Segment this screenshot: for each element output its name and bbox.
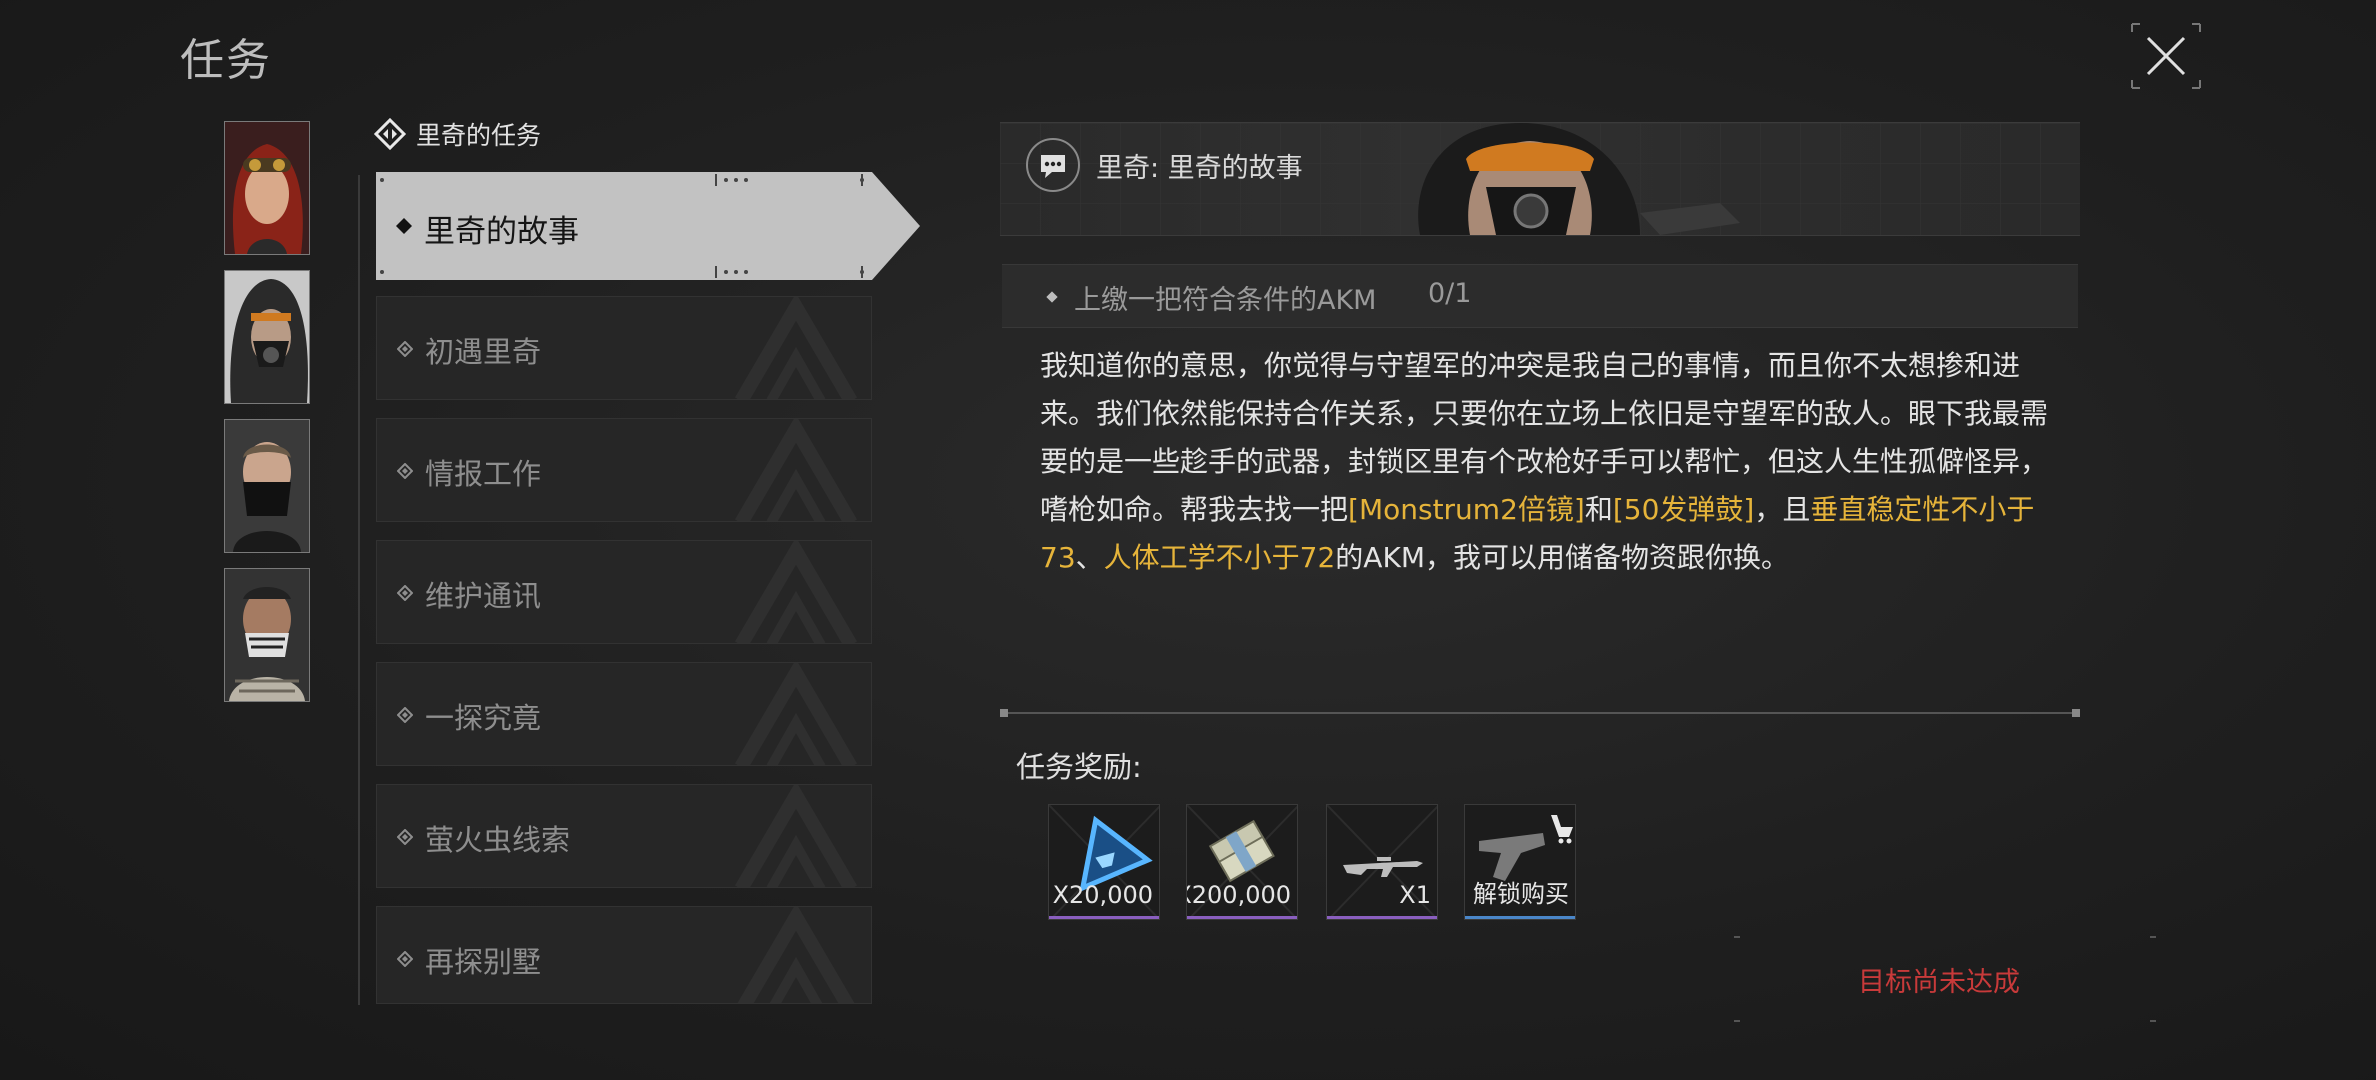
quest-name: 维护通讯: [425, 579, 542, 613]
quest-name: 里奇的故事: [424, 214, 579, 250]
story-highlight: 人体工学不小于72: [1103, 541, 1336, 574]
diamond-outline-icon: [397, 463, 413, 479]
quest-item[interactable]: 情报工作: [376, 418, 872, 522]
quest-story-text: 我知道你的意思，你觉得与守望军的冲突是我自己的事情，而且你不太想掺和进来。我们依…: [1040, 342, 2050, 582]
chevron-watermark-icon: [734, 663, 858, 765]
diamond-outline-icon: [397, 829, 413, 845]
story-text: 的AKM，我可以用储备物资跟你换。: [1335, 541, 1789, 574]
chevron-watermark-icon: [734, 541, 858, 643]
story-text: 、: [1075, 541, 1104, 574]
quest-item[interactable]: 初遇里奇: [376, 296, 872, 400]
rarity-bar: [1327, 916, 1437, 919]
portrait-hooded-gasmask[interactable]: [224, 270, 310, 404]
story-highlight: [50发弹鼓]: [1612, 493, 1755, 526]
quest-list-rail: [358, 175, 360, 1005]
chevron-watermark-icon: [734, 297, 858, 399]
close-icon: [2131, 23, 2201, 89]
objective-status-text: 目标尚未达成: [1858, 967, 2020, 998]
section-divider: [1000, 709, 2080, 717]
quest-group-header: 里奇的任务: [374, 116, 541, 152]
quest-item[interactable]: 萤火虫线索: [376, 784, 872, 888]
quest-name: 初遇里奇: [425, 335, 542, 369]
quest-name: 一探究竟: [425, 701, 542, 735]
quest-item-active[interactable]: 里奇的故事: [376, 172, 920, 280]
quest-name: 萤火虫线索: [425, 823, 571, 857]
reward-item[interactable]: X200,000: [1186, 804, 1298, 920]
quest-item[interactable]: 一探究竟: [376, 662, 872, 766]
portrait-masked-man[interactable]: [224, 419, 310, 553]
close-button[interactable]: [2130, 22, 2202, 90]
diamond-outline-icon: [397, 341, 413, 357]
quest-group-label: 里奇的任务: [416, 121, 542, 150]
story-text: 和: [1584, 493, 1613, 526]
reward-section-title: 任务奖励:: [1016, 750, 1142, 784]
reward-quantity: 解锁购买: [1473, 880, 1569, 908]
chevron-watermark-icon: [734, 785, 858, 887]
objective-progress: 0/1: [1428, 278, 1472, 309]
story-text: ，且: [1754, 493, 1811, 526]
rarity-bar: [1049, 916, 1159, 919]
portrait-bandana-man[interactable]: [224, 568, 310, 702]
chevron-watermark-icon: [737, 907, 855, 1003]
chevron-watermark-icon: [734, 419, 858, 521]
page-title: 任务: [180, 35, 272, 86]
quest-item[interactable]: 维护通讯: [376, 540, 872, 644]
diamond-outline-icon: [397, 707, 413, 723]
reward-quantity: X20,000: [1052, 881, 1153, 909]
reward-item[interactable]: X20,000: [1048, 804, 1160, 920]
quest-item[interactable]: 再探别墅: [376, 906, 872, 1004]
rarity-bar: [1187, 916, 1297, 919]
corner-tick: [2150, 1020, 2156, 1022]
reward-item[interactable]: X1: [1326, 804, 1438, 920]
quest-diamond-icon: [374, 118, 406, 150]
quest-detail-title: 里奇: 里奇的故事: [1096, 153, 1303, 184]
reward-quantity: X200,000: [1186, 881, 1291, 909]
diamond-icon: [396, 218, 412, 234]
quest-name: 再探别墅: [425, 945, 542, 979]
diamond-outline-icon: [397, 951, 413, 967]
corner-tick: [1734, 1020, 1740, 1022]
objective-text: 上缴一把符合条件的AKM: [1074, 285, 1377, 316]
reward-quantity: X1: [1399, 881, 1431, 909]
reward-item[interactable]: 解锁购买: [1464, 804, 1576, 920]
corner-tick: [1734, 936, 1740, 938]
corner-tick: [2150, 936, 2156, 938]
chat-bubble-icon: [1026, 138, 1080, 192]
rarity-bar: [1465, 916, 1575, 919]
quest-name: 情报工作: [425, 457, 542, 491]
story-highlight: [Monstrum2倍镜]: [1348, 493, 1585, 526]
diamond-outline-icon: [397, 585, 413, 601]
portrait-red-hair-woman[interactable]: [224, 121, 310, 255]
